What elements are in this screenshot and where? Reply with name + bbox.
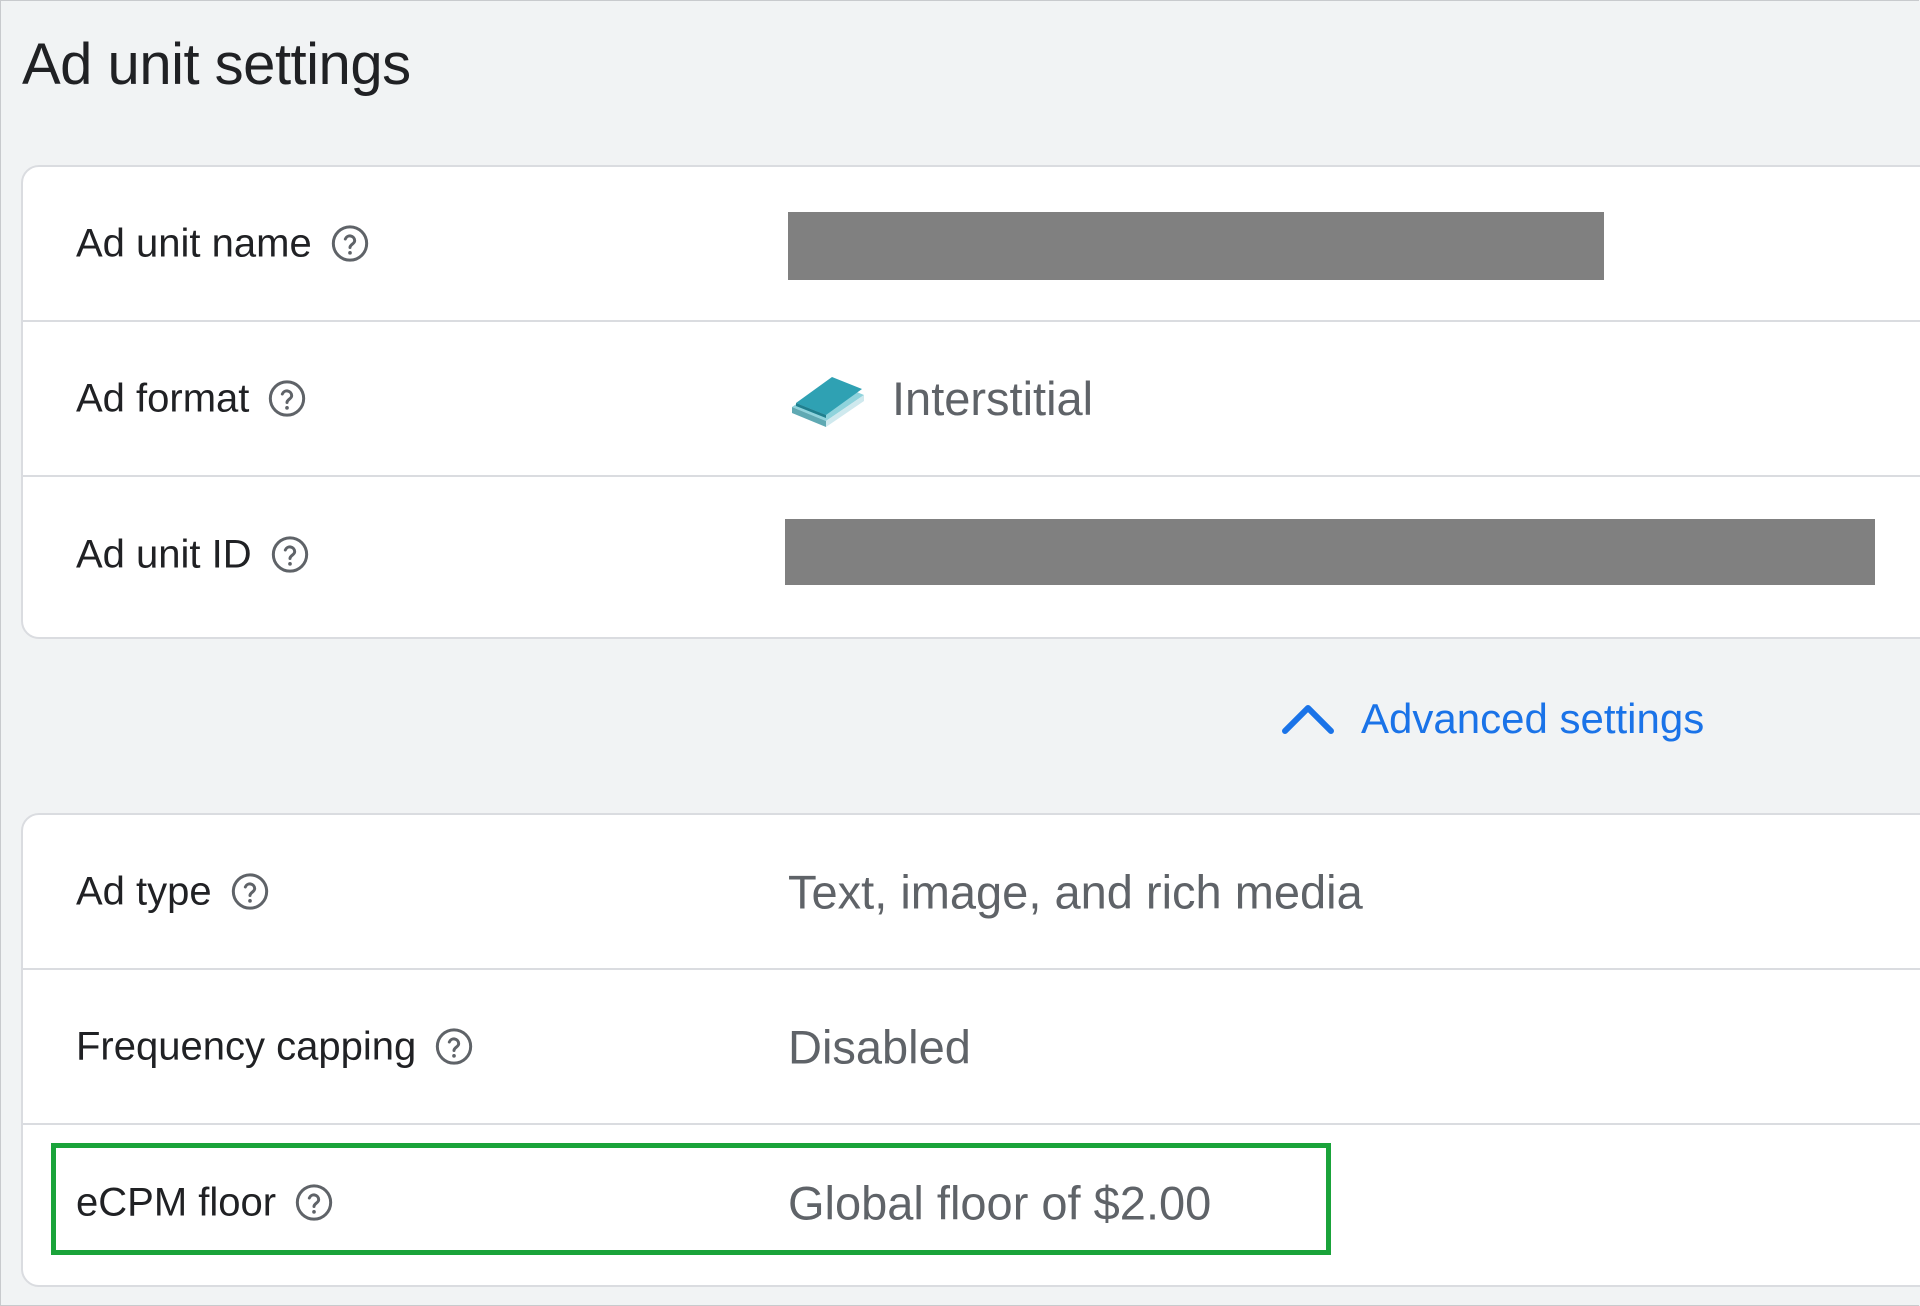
ad-format-value: Interstitial xyxy=(892,372,1094,425)
ad-format-label: Ad format xyxy=(76,376,250,420)
settings-row-ad-format: Ad format Interstitial xyxy=(23,322,1920,477)
help-icon[interactable] xyxy=(330,224,370,264)
settings-row-frequency-capping: Frequency capping Disabled xyxy=(23,970,1920,1125)
advanced-settings-label: Advanced settings xyxy=(1361,695,1705,742)
redacted-ad-unit-id-value xyxy=(785,519,1875,585)
ecpm-floor-label: eCPM floor xyxy=(76,1180,277,1224)
ad-type-value: Text, image, and rich media xyxy=(788,865,1363,918)
help-icon[interactable] xyxy=(434,1027,474,1067)
settings-row-ecpm-floor: eCPM floor Global floor of $2.00 xyxy=(23,1125,1920,1280)
ad-unit-name-label: Ad unit name xyxy=(76,221,312,265)
settings-row-ad-type: Ad type Text, image, and rich media xyxy=(23,815,1920,970)
chevron-up-icon xyxy=(1282,705,1334,734)
help-icon[interactable] xyxy=(270,535,310,575)
settings-row-ad-unit-name: Ad unit name xyxy=(23,167,1920,322)
help-icon[interactable] xyxy=(267,379,307,419)
page-title: Ad unit settings xyxy=(22,32,411,97)
ad-unit-settings-panel: Ad unit settings Ad unit name Ad format xyxy=(0,0,1920,1306)
help-icon[interactable] xyxy=(294,1183,334,1223)
ad-unit-id-label: Ad unit ID xyxy=(76,532,252,576)
settings-row-ad-unit-id: Ad unit ID xyxy=(23,477,1920,632)
ad-type-label: Ad type xyxy=(76,869,212,913)
redacted-ad-unit-name-value xyxy=(788,212,1604,280)
advanced-settings-toggle[interactable]: Advanced settings xyxy=(1279,695,1704,743)
advanced-settings-card: Ad type Text, image, and rich media Freq… xyxy=(21,813,1920,1287)
frequency-capping-value: Disabled xyxy=(788,1020,971,1073)
help-icon[interactable] xyxy=(230,872,270,912)
interstitial-format-icon xyxy=(792,376,864,427)
basic-settings-card: Ad unit name Ad format Interstitial Ad u… xyxy=(21,165,1920,639)
frequency-capping-label: Frequency capping xyxy=(76,1024,417,1068)
ecpm-floor-value: Global floor of $2.00 xyxy=(788,1176,1212,1229)
